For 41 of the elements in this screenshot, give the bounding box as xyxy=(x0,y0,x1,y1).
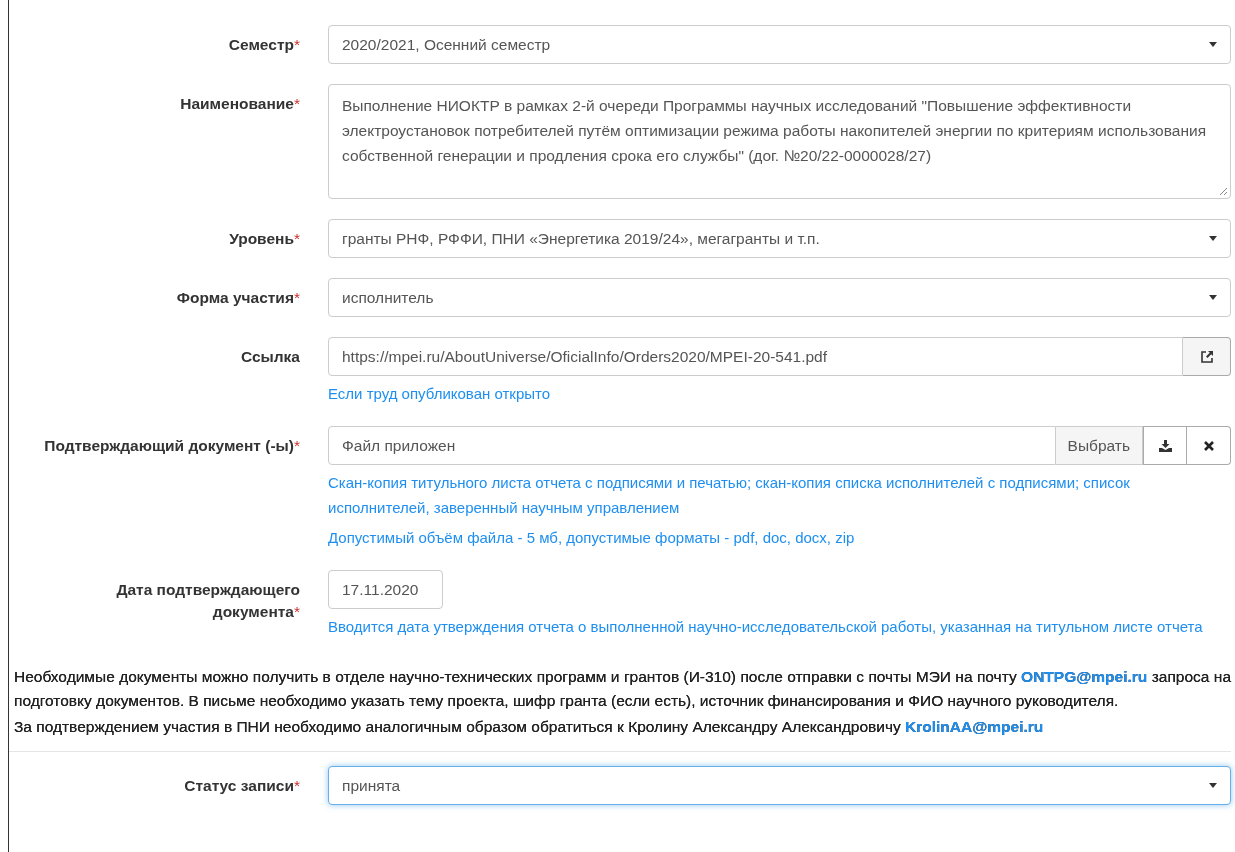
open-link-button[interactable] xyxy=(1183,337,1231,376)
required-mark: * xyxy=(293,95,300,112)
select-field[interactable]: гранты РНФ, РФФИ, ПНИ «Энергетика 2019/24», мегагранты и т.п. xyxy=(328,219,1231,258)
field-label: Наименование* xyxy=(179,94,300,114)
note-paragraph: За подтверждением участия в ПНИ необходимо аналогичным образом обратиться к Кролину Александру Александровичу KrolinAA@mpei.ru xyxy=(14,717,1045,737)
help-text: Допустимый объём файла - 5 мб, допустимые форматы - pdf, doc, docx, zip xyxy=(328,528,856,548)
external-link-icon xyxy=(1199,349,1214,364)
select-field[interactable]: 2020/2021, Осенний семестр xyxy=(328,25,1231,64)
note-paragraph: Необходимые документы можно получить в отделе научно-технических программ и грантов (И-310) после отправки с почты МЭИ на почту ONTPG@mpei.ru запроса на подготовку документов. В письме необходимо указать тему проекта, шифр гранта (если есть), источник финансирования и ФИО научного руководителя. xyxy=(14,667,1231,711)
close-icon xyxy=(1203,440,1214,451)
caret-icon xyxy=(1209,42,1217,47)
textarea-field[interactable]: Выполнение НИОКТР в рамках 2-й очереди Программы научных исследований "Повышение эффективности электроустановок потребителей путём оптимизации режима работы накопителей энергии по критериям использования собственной генерации и продления срока его службы" (дог. №20/22-0000028/27) xyxy=(328,84,1231,199)
field-label: Ссылка xyxy=(239,347,300,367)
caret-icon xyxy=(1209,783,1217,788)
resize-handle-icon[interactable] xyxy=(1219,187,1228,196)
field-label: Подтверждающий документ (-ы)* xyxy=(43,436,300,456)
required-mark: * xyxy=(293,603,300,620)
url-field[interactable]: https://mpei.ru/AboutUniverse/OficialInfo/Orders2020/MPEI-20-541.pdf xyxy=(328,337,1183,376)
select-field[interactable]: исполнитель xyxy=(328,278,1231,317)
field-label: Форма участия* xyxy=(175,288,300,308)
browse-button[interactable]: Выбрать xyxy=(1055,426,1143,465)
select-field[interactable]: принята xyxy=(328,766,1231,805)
required-mark: * xyxy=(293,36,300,53)
help-text: Вводится дата утверждения отчета о выполненной научно-исследовательской работы, указанная на титульном листе отчета xyxy=(328,617,1204,637)
caret-icon xyxy=(1209,295,1217,300)
field-label: Семестр* xyxy=(227,35,300,55)
download-icon xyxy=(1158,439,1172,452)
required-mark: * xyxy=(293,777,300,794)
download-button[interactable] xyxy=(1143,426,1187,465)
caret-icon xyxy=(1209,236,1217,241)
help-text: Скан-копия титульного листа отчета с подписями и печатью; скан-копия списка исполнителей с подписями; список исполнителей, заверенный научным управлением xyxy=(328,473,1131,518)
required-mark: * xyxy=(293,289,300,306)
field-label: Уровень* xyxy=(228,229,300,249)
field-label: Дата подтверждающего документа* xyxy=(115,580,300,622)
remove-button[interactable] xyxy=(1187,426,1231,465)
help-text: Если труд опубликован открыто xyxy=(328,384,552,404)
date-field[interactable]: 17.11.2020 xyxy=(328,570,443,609)
field-label: Статус записи* xyxy=(183,776,300,796)
required-mark: * xyxy=(293,437,300,454)
required-mark: * xyxy=(293,230,300,247)
file-name-field: Файл приложен xyxy=(328,426,1056,465)
